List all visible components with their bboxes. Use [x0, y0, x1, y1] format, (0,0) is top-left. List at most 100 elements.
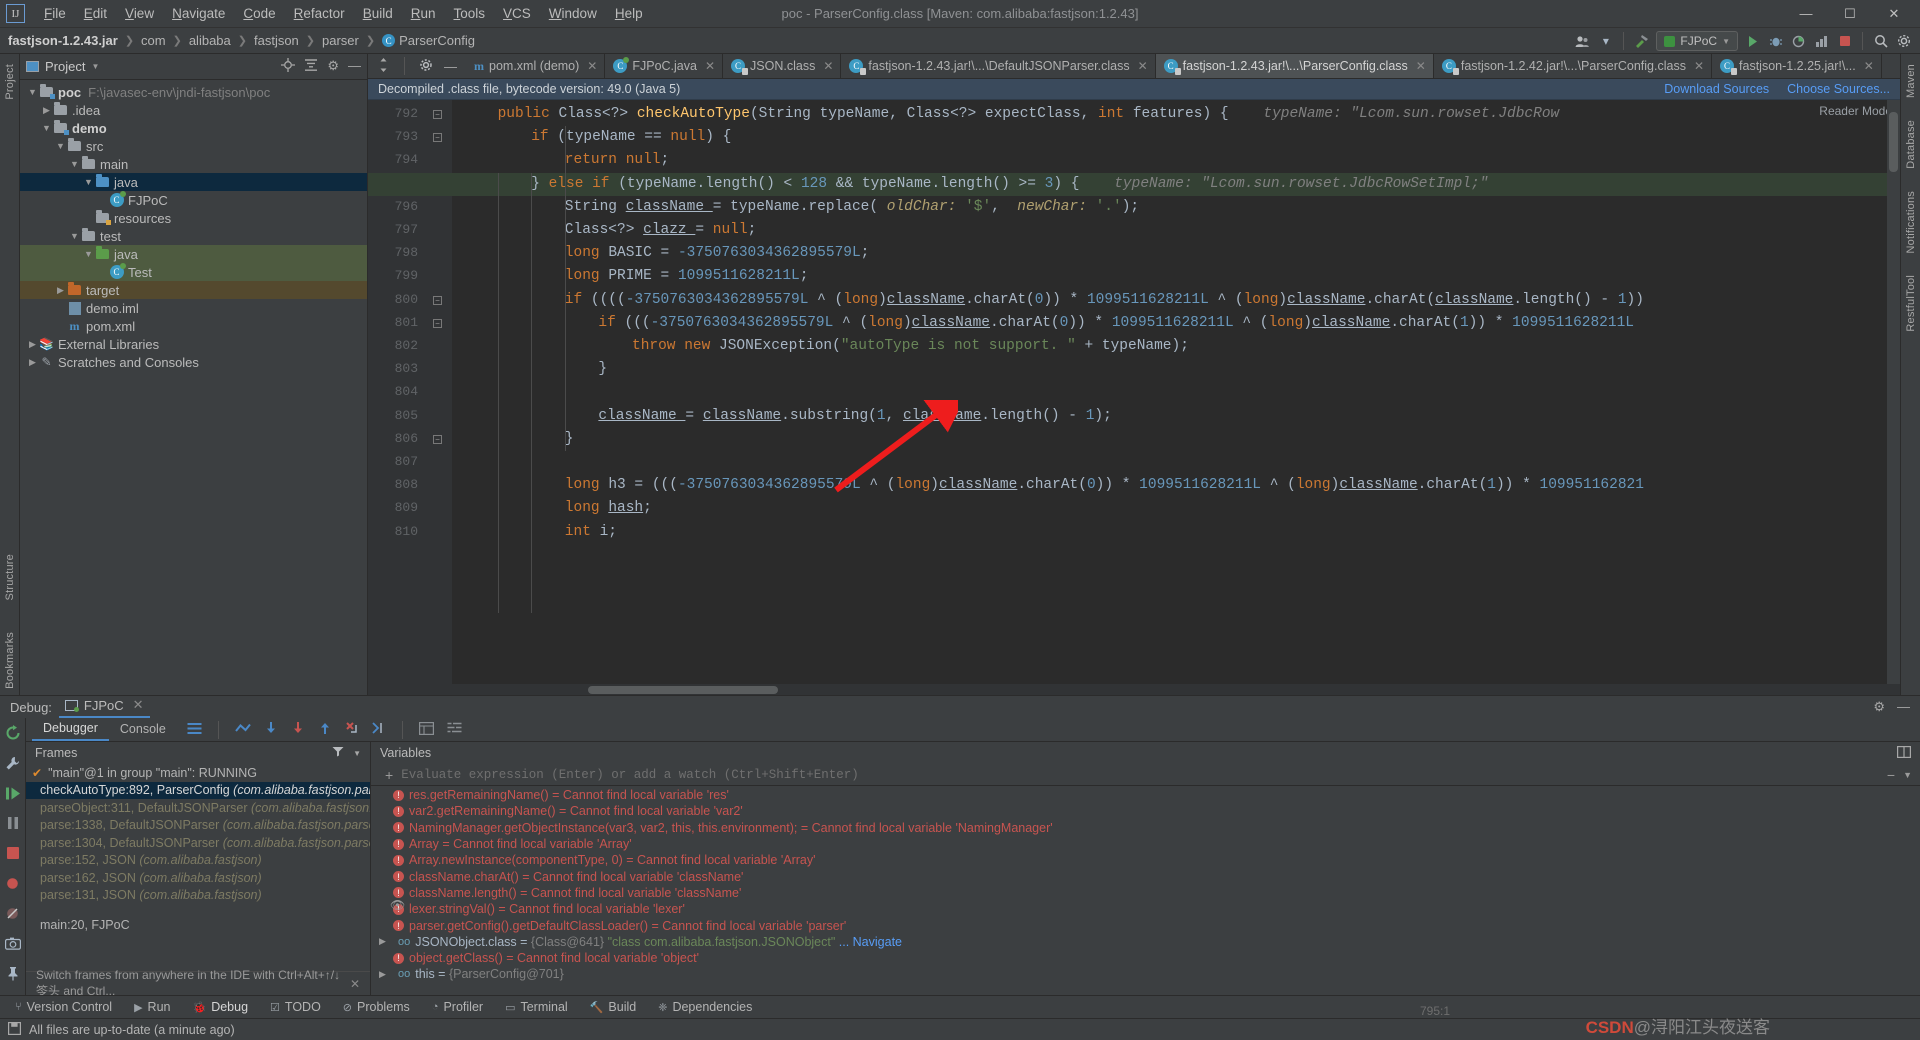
- menu-vcs[interactable]: VCS: [494, 3, 540, 24]
- watch-input[interactable]: Evaluate expression (Enter) or add a wat…: [401, 768, 1879, 782]
- code-editor[interactable]: 792−793−794795796797798799800−801−802803…: [368, 100, 1900, 684]
- chevron-down-icon[interactable]: ▼: [82, 177, 95, 187]
- step-over-icon[interactable]: [264, 721, 278, 738]
- show-execution-point-icon[interactable]: [235, 722, 251, 738]
- frame-row-1[interactable]: parseObject:311, DefaultJSONParser (com.…: [26, 799, 370, 817]
- maximize-button[interactable]: ☐: [1828, 1, 1872, 27]
- expand-collapse-icon[interactable]: [377, 57, 390, 75]
- toolwindow-terminal[interactable]: ▭ Terminal: [494, 1000, 579, 1014]
- variable-row-6[interactable]: ! className.length() = Cannot find local …: [371, 885, 1920, 901]
- toolwindow-profiler[interactable]: ◔ Profiler: [421, 1000, 494, 1014]
- debug-icon[interactable]: [1767, 33, 1784, 50]
- toolwindow-version-control[interactable]: ⑂ Version Control: [4, 1000, 123, 1014]
- editor-tab-1[interactable]: C FJPoC.java ✕: [605, 54, 724, 78]
- gear-icon[interactable]: ⚙: [1873, 699, 1885, 715]
- variable-row-1[interactable]: ! var2.getRemainingName() = Cannot find l…: [371, 803, 1920, 819]
- toolwindow-todo[interactable]: ☑ TODO: [259, 1000, 332, 1014]
- variable-row-10[interactable]: ! object.getClass() = Cannot find local v…: [371, 950, 1920, 966]
- variables-view-icon[interactable]: [447, 722, 462, 738]
- tree-node-demo[interactable]: ▼ demo: [20, 119, 367, 137]
- menu-run[interactable]: Run: [402, 3, 445, 24]
- chevron-right-icon[interactable]: ▶: [379, 936, 390, 947]
- run-configuration-selector[interactable]: FJPoC ▼: [1656, 31, 1738, 51]
- close-icon[interactable]: ✕: [133, 697, 144, 713]
- search-icon[interactable]: [1872, 33, 1889, 50]
- toolwindow-run[interactable]: ▶ Run: [123, 1000, 181, 1014]
- frame-row-6[interactable]: parse:131, JSON (com.alibaba.fastjson): [26, 887, 370, 905]
- editor-tab-2[interactable]: C JSON.class ✕: [723, 54, 842, 78]
- toolwindow-build[interactable]: 🔨 Build: [579, 1000, 648, 1014]
- frame-row-4[interactable]: parse:152, JSON (com.alibaba.fastjson): [26, 852, 370, 870]
- hammer-build-icon[interactable]: [1633, 33, 1650, 50]
- menu-navigate[interactable]: Navigate: [163, 3, 234, 24]
- scrollbar-thumb[interactable]: [588, 686, 778, 694]
- breadcrumb-item-0[interactable]: fastjson-1.2.43.jar: [6, 33, 120, 48]
- minimize-button[interactable]: —: [1784, 1, 1828, 27]
- variable-row-4[interactable]: ! Array.newInstance(componentType, 0) = C…: [371, 852, 1920, 868]
- variable-row-5[interactable]: ! className.charAt() = Cannot find local …: [371, 868, 1920, 884]
- project-tree[interactable]: ▼ poc F:\javasec-env\jndi-fastjson\poc ▶ .id…: [20, 80, 367, 695]
- evaluate-expression-row[interactable]: + Evaluate expression (Enter) or add a w…: [371, 764, 1920, 786]
- variable-row-9[interactable]: ▶ oo JSONObject.class = {Class@641} "class…: [371, 934, 1920, 950]
- tab-console[interactable]: Console: [109, 719, 177, 740]
- tree-node-poc[interactable]: ▼ poc F:\javasec-env\jndi-fastjson\poc: [20, 83, 367, 101]
- resume-program-icon[interactable]: [4, 784, 22, 802]
- close-button[interactable]: ✕: [1872, 1, 1916, 27]
- evaluate-expression-icon[interactable]: [418, 721, 434, 738]
- editor-tab-0[interactable]: m pom.xml (demo) ✕: [466, 54, 606, 78]
- rail-item-maven[interactable]: Maven: [1905, 64, 1917, 98]
- tree-node-test[interactable]: ▼ test: [20, 227, 367, 245]
- hide-icon[interactable]: —: [444, 59, 457, 74]
- close-icon[interactable]: ✕: [823, 59, 833, 73]
- menu-build[interactable]: Build: [354, 3, 402, 24]
- breadcrumb-item-4[interactable]: parser: [320, 33, 361, 48]
- menu-window[interactable]: Window: [540, 3, 606, 24]
- collapse-all-icon[interactable]: [304, 58, 318, 75]
- editor-tab-4[interactable]: Cfastjson-1.2.43.jar!\...\ParserConfig.c…: [1155, 54, 1434, 78]
- pin-tab-icon[interactable]: [4, 964, 22, 982]
- breadcrumb-item-3[interactable]: fastjson: [252, 33, 301, 48]
- chevron-down-icon[interactable]: ▼: [353, 749, 361, 758]
- rerun-icon[interactable]: [4, 724, 22, 742]
- close-icon[interactable]: ✕: [1138, 59, 1148, 73]
- profiler-icon[interactable]: [1813, 33, 1830, 50]
- editor-horizontal-scrollbar[interactable]: [368, 684, 1900, 695]
- variable-row-2[interactable]: ! NamingManager.getObjectInstance(var3, v…: [371, 820, 1920, 836]
- breadcrumb-item-1[interactable]: com: [139, 33, 168, 48]
- editor-tab-5[interactable]: Cfastjson-1.2.42.jar!\...\ParserConfig.c…: [1433, 54, 1713, 78]
- frame-row-extra[interactable]: main:20, FJPoC: [26, 916, 370, 934]
- status-position[interactable]: 795:1: [1420, 1004, 1450, 1018]
- variable-row-0[interactable]: ! res.getRemainingName() = Cannot find lo…: [371, 787, 1920, 803]
- breadcrumb-item-5[interactable]: C ParserConfig: [380, 33, 477, 48]
- chevron-down-icon[interactable]: ▼: [26, 87, 39, 97]
- editor-tab-3[interactable]: Cfastjson-1.2.43.jar!\...\DefaultJSONPar…: [841, 54, 1156, 78]
- tree-node-external-libraries[interactable]: ▶ 📚 External Libraries: [20, 335, 367, 353]
- tree-node-pom-xml[interactable]: m pom.xml: [20, 317, 367, 335]
- view-breakpoints-icon[interactable]: [4, 874, 22, 892]
- frame-row-3[interactable]: parse:1304, DefaultJSONParser (com.aliba…: [26, 834, 370, 852]
- close-icon[interactable]: ✕: [1694, 59, 1704, 73]
- close-icon[interactable]: ✕: [350, 977, 360, 991]
- menu-refactor[interactable]: Refactor: [285, 3, 354, 24]
- close-icon[interactable]: ✕: [705, 59, 715, 73]
- menu-view[interactable]: View: [116, 3, 163, 24]
- add-watch-button[interactable]: +: [385, 767, 393, 783]
- fold-marker-icon[interactable]: −: [433, 318, 442, 328]
- tree-node-target[interactable]: ▶ target: [20, 281, 367, 299]
- run-icon[interactable]: [1744, 33, 1761, 50]
- locate-target-icon[interactable]: [281, 58, 296, 75]
- camera-snapshot-icon[interactable]: [4, 934, 22, 952]
- eye-icon[interactable]: 👁: [390, 898, 405, 912]
- frame-row-2[interactable]: parse:1338, DefaultJSONParser (com.aliba…: [26, 817, 370, 835]
- menu-tools[interactable]: Tools: [445, 3, 495, 24]
- force-step-into-icon[interactable]: [345, 721, 359, 738]
- chevron-down-icon[interactable]: ▼: [68, 231, 81, 241]
- hide-icon[interactable]: —: [348, 58, 361, 75]
- scrollbar-thumb[interactable]: [1889, 112, 1898, 172]
- fold-marker-icon[interactable]: −: [433, 110, 442, 119]
- chevron-down-icon[interactable]: ▼: [40, 123, 53, 133]
- pause-program-icon[interactable]: [4, 814, 22, 832]
- code-text[interactable]: public Class<?> checkAutoType(String typ…: [452, 100, 1900, 684]
- tree-node-java[interactable]: ▼ java: [20, 173, 367, 191]
- fold-marker-icon[interactable]: −: [433, 295, 442, 305]
